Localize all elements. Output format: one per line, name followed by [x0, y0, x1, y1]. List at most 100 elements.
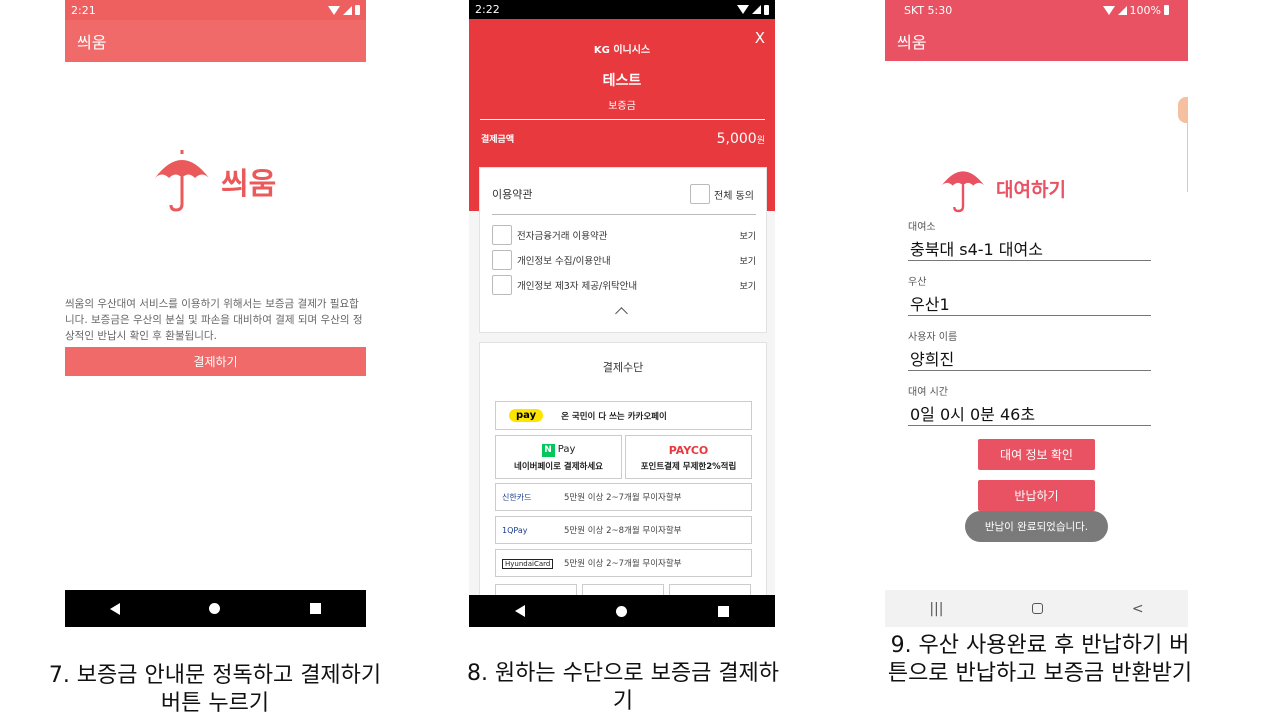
- terms-view-link[interactable]: 보기: [739, 229, 756, 242]
- field-label: 사용자 이름: [908, 332, 958, 343]
- signal-icon: [752, 5, 761, 14]
- pay-button[interactable]: 결제하기: [65, 347, 366, 376]
- kakaopay-label: 온 국민이 다 쓰는 카카오페이: [561, 411, 667, 422]
- card-option[interactable]: HyundaiCard 5만원 이상 2~7개월 무이자할부: [495, 549, 752, 577]
- terms-view-link[interactable]: 보기: [739, 279, 756, 292]
- signal-icon: [343, 5, 352, 15]
- close-button[interactable]: X: [755, 29, 765, 47]
- payment-methods-card: 결제수단 pay 온 국민이 다 쓰는 카카오페이 N Pay 네이버페이로 결…: [479, 342, 767, 604]
- rental-info-button[interactable]: 대여 정보 확인: [978, 439, 1095, 470]
- status-bar: SKT 5:30 100%: [885, 0, 1188, 20]
- terms-checkbox[interactable]: [492, 250, 512, 270]
- terms-item: 개인정보 수집/이용안내 보기: [492, 249, 756, 271]
- wifi-icon: [1102, 5, 1115, 15]
- card-option-label: 5만원 이상 2~7개월 무이자할부: [564, 493, 682, 503]
- rental-time-field: 대여 시간 0일 0시 0분 46초: [908, 383, 1151, 426]
- payment-title: 테스트: [602, 73, 642, 89]
- back-icon[interactable]: [109, 602, 120, 615]
- deposit-notice: 씌움의 우산대여 서비스를 이용하기 위해서는 보증금 결제가 필요합니다. 보…: [65, 298, 363, 342]
- status-bar: 2:21: [65, 0, 366, 20]
- card-option[interactable]: 1QPay 5만원 이상 2~8개월 무이자할부: [495, 516, 752, 544]
- field-label: 우산: [908, 277, 927, 288]
- payco-label: 포인트결제 무제한2%적립: [640, 462, 737, 472]
- wifi-icon: [328, 5, 340, 15]
- terms-view-link[interactable]: 보기: [739, 254, 756, 267]
- logo-text: 씌움: [221, 167, 277, 202]
- battery-icon: [1164, 5, 1169, 15]
- amount-number: 5,000: [716, 131, 757, 147]
- umbrella-icon: [155, 150, 209, 212]
- signal-icon: [1117, 5, 1127, 15]
- battery-percent: 100%: [1129, 3, 1161, 17]
- return-button[interactable]: 반납하기: [978, 480, 1095, 511]
- terms-checkbox[interactable]: [492, 225, 512, 245]
- status-icons: 100%: [1102, 3, 1169, 17]
- naverpay-label: 네이버페이로 결제하세요: [514, 462, 603, 472]
- shinhan-card-logo: 신한카드: [502, 492, 532, 502]
- field-label: 대여소: [908, 222, 936, 233]
- wifi-icon: [737, 5, 749, 14]
- field-value[interactable]: 0일 0시 0분 46초: [908, 401, 1151, 426]
- card-option-label: 5만원 이상 2~7개월 무이자할부: [564, 559, 682, 569]
- chevron-up-icon[interactable]: [615, 307, 628, 320]
- home-icon[interactable]: [615, 605, 627, 617]
- payco-option[interactable]: PAYCO 포인트결제 무제한2%적립: [625, 435, 752, 479]
- card-option[interactable]: 신한카드 5만원 이상 2~7개월 무이자할부: [495, 483, 752, 511]
- terms-item: 전자금융거래 이용약관 보기: [492, 224, 756, 246]
- umbrella-icon: [941, 171, 985, 213]
- caption-step-7: 7. 보증금 안내문 정독하고 결제하기 버튼 누르기: [48, 663, 382, 716]
- payco-logo: PAYCO: [668, 444, 709, 457]
- phone-deposit-notice: 2:21 씌움 씌움 씌움의 우산대여 서비스를 이용하기 위해서는 보증금 결…: [65, 0, 366, 627]
- naverpay-option[interactable]: N Pay 네이버페이로 결제하세요: [495, 435, 622, 479]
- 1qpay-logo: 1QPay: [502, 525, 528, 535]
- battery-icon: [355, 5, 360, 15]
- agree-all-checkbox[interactable]: [690, 184, 711, 204]
- back-icon[interactable]: [514, 605, 525, 617]
- naver-icon: N: [541, 444, 555, 457]
- android-nav-bar: [469, 595, 775, 627]
- recent-apps-icon[interactable]: [718, 605, 730, 617]
- app-bar: 씌움: [885, 20, 1188, 61]
- status-icons: [328, 5, 360, 15]
- phone-rental: SKT 5:30 100% 씌움 대여하기 대여소 충북대 s4-1 대여소 우…: [885, 0, 1188, 627]
- station-field: 대여소 충북대 s4-1 대여소: [908, 218, 1151, 261]
- hyundai-card-logo: HyundaiCard: [496, 558, 554, 569]
- recent-apps-icon[interactable]: [310, 603, 322, 614]
- methods-title: 결제수단: [602, 361, 644, 374]
- status-icons: [737, 4, 769, 15]
- status-carrier-time: SKT 5:30: [904, 3, 953, 17]
- terms-checkbox[interactable]: [492, 275, 512, 295]
- home-icon[interactable]: [209, 603, 221, 614]
- amount-unit: 원: [756, 136, 765, 146]
- umbrella-field: 우산 우산1: [908, 273, 1151, 316]
- amount-value: 5,000원: [717, 131, 765, 147]
- recent-apps-icon[interactable]: |||: [929, 601, 943, 617]
- agree-all-label: 전체 동의: [714, 190, 754, 202]
- terms-title: 이용약관: [492, 188, 533, 201]
- field-value[interactable]: 양희진: [908, 346, 1151, 371]
- samsung-nav-bar: ||| <: [885, 590, 1188, 627]
- kakaopay-option[interactable]: pay 온 국민이 다 쓰는 카카오페이: [495, 401, 752, 430]
- app-bar: 씌움: [65, 20, 366, 62]
- naverpay-logo-text: Pay: [557, 444, 576, 455]
- divider: [492, 214, 756, 215]
- kakaopay-icon: pay: [509, 409, 544, 422]
- home-icon[interactable]: [1032, 603, 1044, 614]
- caption-step-9: 9. 우산 사용완료 후 반납하기 버튼으로 반납하고 보증금 반환받기: [887, 633, 1193, 686]
- terms-label: 전자금융거래 이용약관: [517, 231, 608, 242]
- field-label: 대여 시간: [908, 387, 948, 398]
- terms-card: 이용약관 전체 동의 전자금융거래 이용약관 보기 개인정보 수집/이용안내 보기 …: [479, 167, 767, 333]
- caption-step-8: 8. 원하는 수단으로 보증금 결제하기: [466, 661, 780, 714]
- battery-icon: [764, 4, 769, 15]
- field-value[interactable]: 충북대 s4-1 대여소: [908, 236, 1151, 261]
- agree-all[interactable]: 전체 동의: [690, 184, 754, 204]
- logo-text: 대여하기: [996, 178, 1066, 201]
- status-bar: 2:22: [469, 0, 775, 19]
- payment-subtitle: 보증금: [608, 101, 636, 112]
- field-value[interactable]: 우산1: [908, 291, 1151, 316]
- pg-logo: KG 이니시스: [593, 45, 651, 56]
- terms-item: 개인정보 제3자 제공/위탁안내 보기: [492, 274, 756, 296]
- edge-panel-handle[interactable]: [1178, 97, 1188, 123]
- back-icon[interactable]: <: [1132, 601, 1144, 617]
- divider: [480, 119, 765, 120]
